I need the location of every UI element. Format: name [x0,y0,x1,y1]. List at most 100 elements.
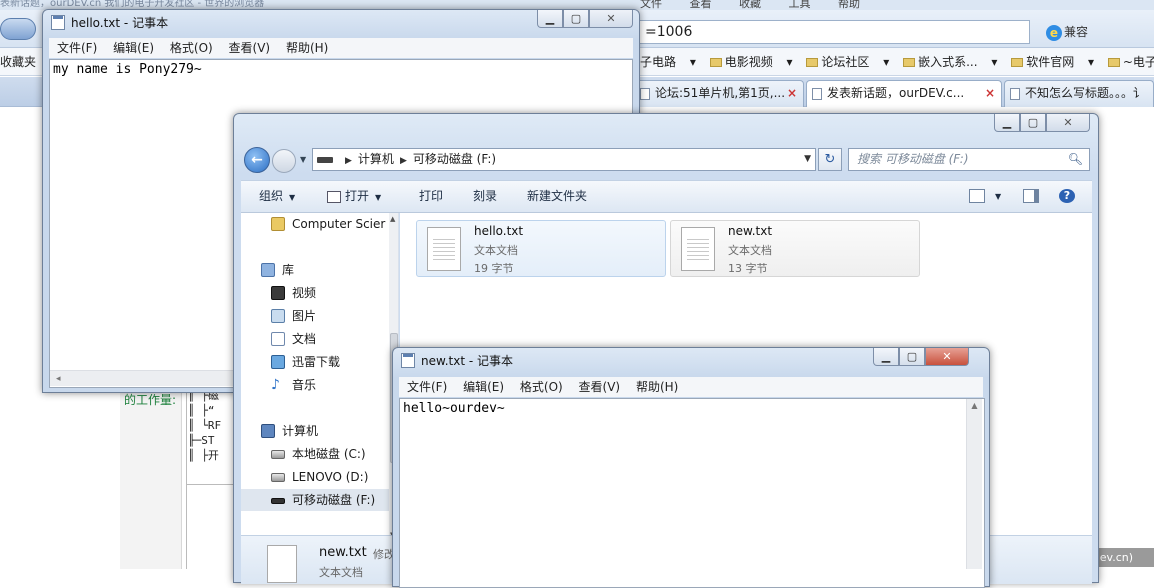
page-icon [812,88,822,100]
caption-buttons: ▁ ▢ ✕ [994,114,1090,133]
nav-item-drive-c[interactable]: 本地磁盘 (C:) [241,443,389,465]
menu-help[interactable]: 帮助 [838,0,860,10]
forum-label: 的工作量: [124,393,177,407]
divider [186,385,187,569]
new-folder-button[interactable]: 新建文件夹 [527,181,587,212]
nav-item-drive-f[interactable]: 可移动磁盘 (F:) [241,489,389,511]
favorite-link[interactable]: 论坛社区 ▾ [806,55,889,69]
usb-drive-icon [271,498,285,504]
help-icon[interactable]: ? [1059,189,1075,203]
open-button[interactable]: 打开 ▼ [327,181,381,213]
browser-tab[interactable]: 不知怎么写标题。。。讠 [1004,80,1154,107]
close-button[interactable]: ✕ [1046,114,1090,132]
menu-file[interactable]: 文件 [640,0,662,10]
favorite-link[interactable]: 电影视频 ▾ [709,55,793,69]
file-item-new[interactable]: new.txt 文本文档 13 字节 [670,220,920,277]
divider [186,484,234,485]
library-icon [261,263,275,277]
menu-edit[interactable]: 编辑(E) [463,380,504,394]
text-editor[interactable]: hello~ourdev~ [399,398,985,588]
search-input[interactable]: 搜索 可移动磁盘 (F:) 🔍︎ [848,148,1090,171]
recent-pages-dropdown-icon[interactable]: ▼ [300,155,306,164]
search-icon: 🔍︎ [1067,152,1083,166]
chevron-down-icon[interactable]: ▼ [804,149,811,170]
preview-pane-icon[interactable] [1023,189,1039,203]
folder-icon [806,58,819,67]
nav-item-folder[interactable]: Computer Scier [241,213,389,235]
menu-file[interactable]: 文件(F) [57,41,97,55]
menu-view[interactable]: 查看(V) [229,41,271,55]
notepad-icon [401,353,415,368]
nav-item-library[interactable]: 库 [241,259,389,281]
menu-format[interactable]: 格式(O) [520,380,563,394]
close-button[interactable]: ✕ [589,10,633,28]
refresh-icon[interactable]: ↻ [818,148,842,171]
maximize-button[interactable]: ▢ [563,10,589,28]
favorite-link[interactable]: 子电路 ▾ [640,55,696,69]
nav-item-documents[interactable]: 文档 [241,328,389,350]
minimize-button[interactable]: ▁ [537,10,563,28]
favorite-link[interactable]: 嵌入式系... ▾ [903,55,997,69]
command-bar: 组织 ▼ 打开 ▼ 打印 刻录 新建文件夹 ▼ ? [241,180,1092,213]
breadcrumb-computer[interactable]: 计算机 [358,152,394,166]
back-arrow-icon[interactable]: ← [244,147,270,173]
maximize-button[interactable]: ▢ [899,348,925,366]
menu-file[interactable]: 文件(F) [407,380,447,394]
menu-edit[interactable]: 编辑(E) [113,41,154,55]
views-icon[interactable] [969,189,985,203]
usb-drive-icon [317,156,333,163]
forum-tree-text: ║ ├磁 ║ ├“ ║ └RF ╟─ST ║ ├开 [188,389,222,462]
menu-view[interactable]: 查看 [690,0,712,10]
vertical-scrollbar[interactable]: ▲ [966,399,982,569]
browser-tab[interactable]: 论坛:51单片机,第1页,... × [634,80,804,107]
notepad-new-window: new.txt - 记事本 ▁ ▢ ✕ 文件(F) 编辑(E) 格式(O) 查看… [392,347,990,588]
close-button[interactable]: ✕ [925,348,969,366]
print-button[interactable]: 打印 [419,181,443,212]
folder-icon [709,58,722,67]
address-breadcrumb[interactable]: ▶ 计算机 ▶ 可移动磁盘 (F:) ▼ [312,148,816,171]
navigation-pane: Computer Scier 库 视频 图片 文档 迅雷下载 ♪ 音乐 计算机 本… [241,213,399,573]
folder-icon [903,58,916,67]
page-icon [1010,88,1020,100]
menu-favorites[interactable]: 收藏 [739,0,761,10]
minimize-button[interactable]: ▁ [994,114,1020,132]
close-tab-icon[interactable]: × [985,81,995,106]
nav-item-drive-d[interactable]: LENOVO (D:) [241,466,389,488]
window-title: new.txt - 记事本 [421,354,513,368]
folder-icon [271,217,285,231]
computer-icon [261,424,275,438]
nav-item-music[interactable]: ♪ 音乐 [241,374,389,396]
nav-item-videos[interactable]: 视频 [241,282,389,304]
menu-tools[interactable]: 工具 [789,0,811,10]
menu-view[interactable]: 查看(V) [579,380,621,394]
nav-item-downloads[interactable]: 迅雷下载 [241,351,389,373]
favorite-link[interactable]: ~电子电... ▾ [1107,55,1154,69]
organize-button[interactable]: 组织 ▼ [259,181,295,213]
close-tab-icon[interactable]: × [787,81,797,106]
browser-tab-active[interactable]: 发表新话题，ourDEV.c... × [806,80,1002,107]
breadcrumb-drive[interactable]: 可移动磁盘 (F:) [413,152,496,166]
nav-item-pictures[interactable]: 图片 [241,305,389,327]
chevron-down-icon[interactable]: ▼ [995,181,1001,212]
file-item-hello[interactable]: hello.txt 文本文档 19 字节 [416,220,666,277]
burn-button[interactable]: 刻录 [473,181,497,212]
ie-icon: e [1046,24,1062,41]
menu-help[interactable]: 帮助(H) [286,41,328,55]
browser-address-bar[interactable]: =1006 [630,20,1030,44]
text-file-icon [681,227,715,271]
favorites-button[interactable]: 收藏夹 [0,48,36,75]
favorite-link[interactable]: 软件官网 ▾ [1011,55,1094,69]
hard-disk-icon [271,473,285,482]
back-forward-icon[interactable] [0,18,36,40]
window-title: hello.txt - 记事本 [71,16,169,30]
text-file-icon [427,227,461,271]
open-icon [327,190,341,203]
minimize-button[interactable]: ▁ [873,348,899,366]
music-note-icon: ♪ [271,377,280,393]
menu-help[interactable]: 帮助(H) [636,380,678,394]
nav-item-computer[interactable]: 计算机 [241,420,389,442]
forward-arrow-icon[interactable] [272,149,296,173]
maximize-button[interactable]: ▢ [1020,114,1046,132]
compat-mode-button[interactable]: e 兼容 [1046,22,1088,42]
menu-format[interactable]: 格式(O) [170,41,213,55]
